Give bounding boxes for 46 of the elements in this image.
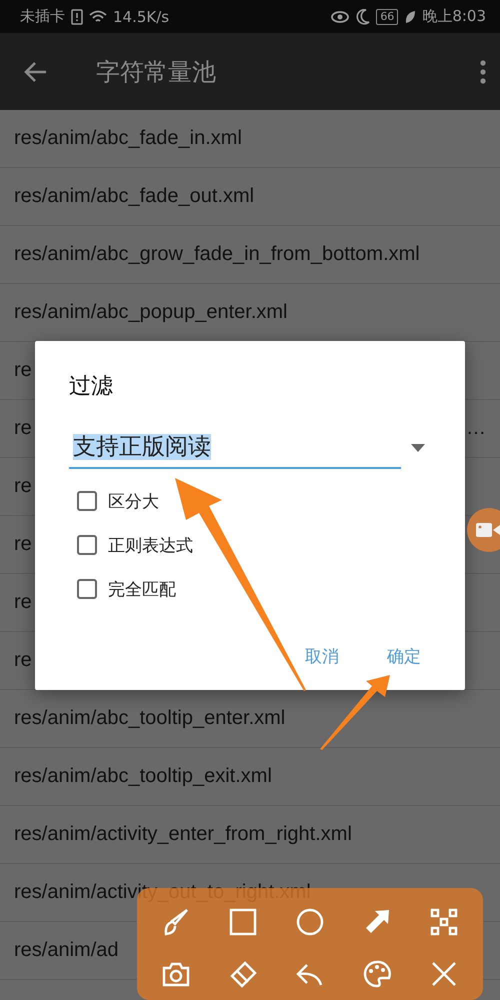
moon-icon: [356, 8, 370, 24]
wifi-icon: [89, 10, 107, 24]
file-path[interactable]: res/anim/activity_enter_from_right.xml: [14, 823, 352, 846]
file-path[interactable]: res/anim/abc_tooltip_exit.xml: [14, 765, 272, 788]
more-options-icon[interactable]: [480, 60, 486, 84]
file-path[interactable]: res/anim/ad: [14, 939, 118, 962]
checkbox-label: 正则表达式: [108, 534, 193, 556]
palette-icon[interactable]: [362, 959, 392, 989]
carrier-text: 未插卡: [20, 7, 65, 26]
network-speed: 14.5K/s: [113, 8, 170, 26]
file-path[interactable]: res/anim/abc_tooltip_enter.xml: [14, 707, 286, 730]
file-path[interactable]: re: [14, 359, 32, 382]
file-path[interactable]: res/anim/activity_out_to_right.xml: [14, 881, 311, 904]
checkbox[interactable]: [77, 535, 97, 555]
circle-icon[interactable]: [294, 907, 325, 937]
file-path[interactable]: re: [14, 475, 32, 498]
checkbox-label: 完全匹配: [108, 578, 176, 600]
square-icon[interactable]: [228, 907, 258, 937]
file-path[interactable]: res/anim/abc_grow_fade_in_from_bottom.xml: [14, 243, 420, 266]
checkbox-label: 区分大: [108, 490, 159, 512]
eye-icon: [330, 10, 350, 24]
file-path[interactable]: res/anim/abc_fade_in.xml: [14, 127, 242, 150]
file-path[interactable]: res/anim/abc_fade_out.xml: [14, 185, 254, 208]
ellipsis-text: …: [466, 417, 486, 440]
clock-time: 晚上8:03: [422, 7, 486, 26]
eraser-icon[interactable]: [228, 959, 258, 989]
video-camera-icon: [475, 521, 500, 539]
cancel-button[interactable]: 取消: [303, 641, 341, 672]
filter-input-field[interactable]: 支持正版阅读: [69, 427, 401, 469]
leaf-icon: [404, 10, 416, 24]
file-path[interactable]: res/anim/abc_popup_enter.xml: [14, 301, 288, 324]
file-path[interactable]: re: [14, 649, 32, 672]
screen-title: 字符常量池: [96, 56, 217, 88]
sim-alert-icon: [71, 8, 83, 24]
mosaic-icon[interactable]: [428, 907, 459, 937]
dialog-title: 过滤: [69, 373, 114, 401]
back-arrow-icon[interactable]: [24, 60, 48, 82]
battery-level: 66: [376, 8, 398, 24]
file-path[interactable]: re: [14, 533, 32, 556]
checkbox[interactable]: [77, 491, 97, 511]
checkbox[interactable]: [77, 579, 97, 599]
file-path[interactable]: re: [14, 417, 32, 440]
dropdown-caret-icon[interactable]: [411, 444, 425, 452]
file-path[interactable]: re: [14, 591, 32, 614]
ok-button[interactable]: 确定: [385, 641, 423, 672]
floating-record-button[interactable]: [467, 508, 500, 552]
